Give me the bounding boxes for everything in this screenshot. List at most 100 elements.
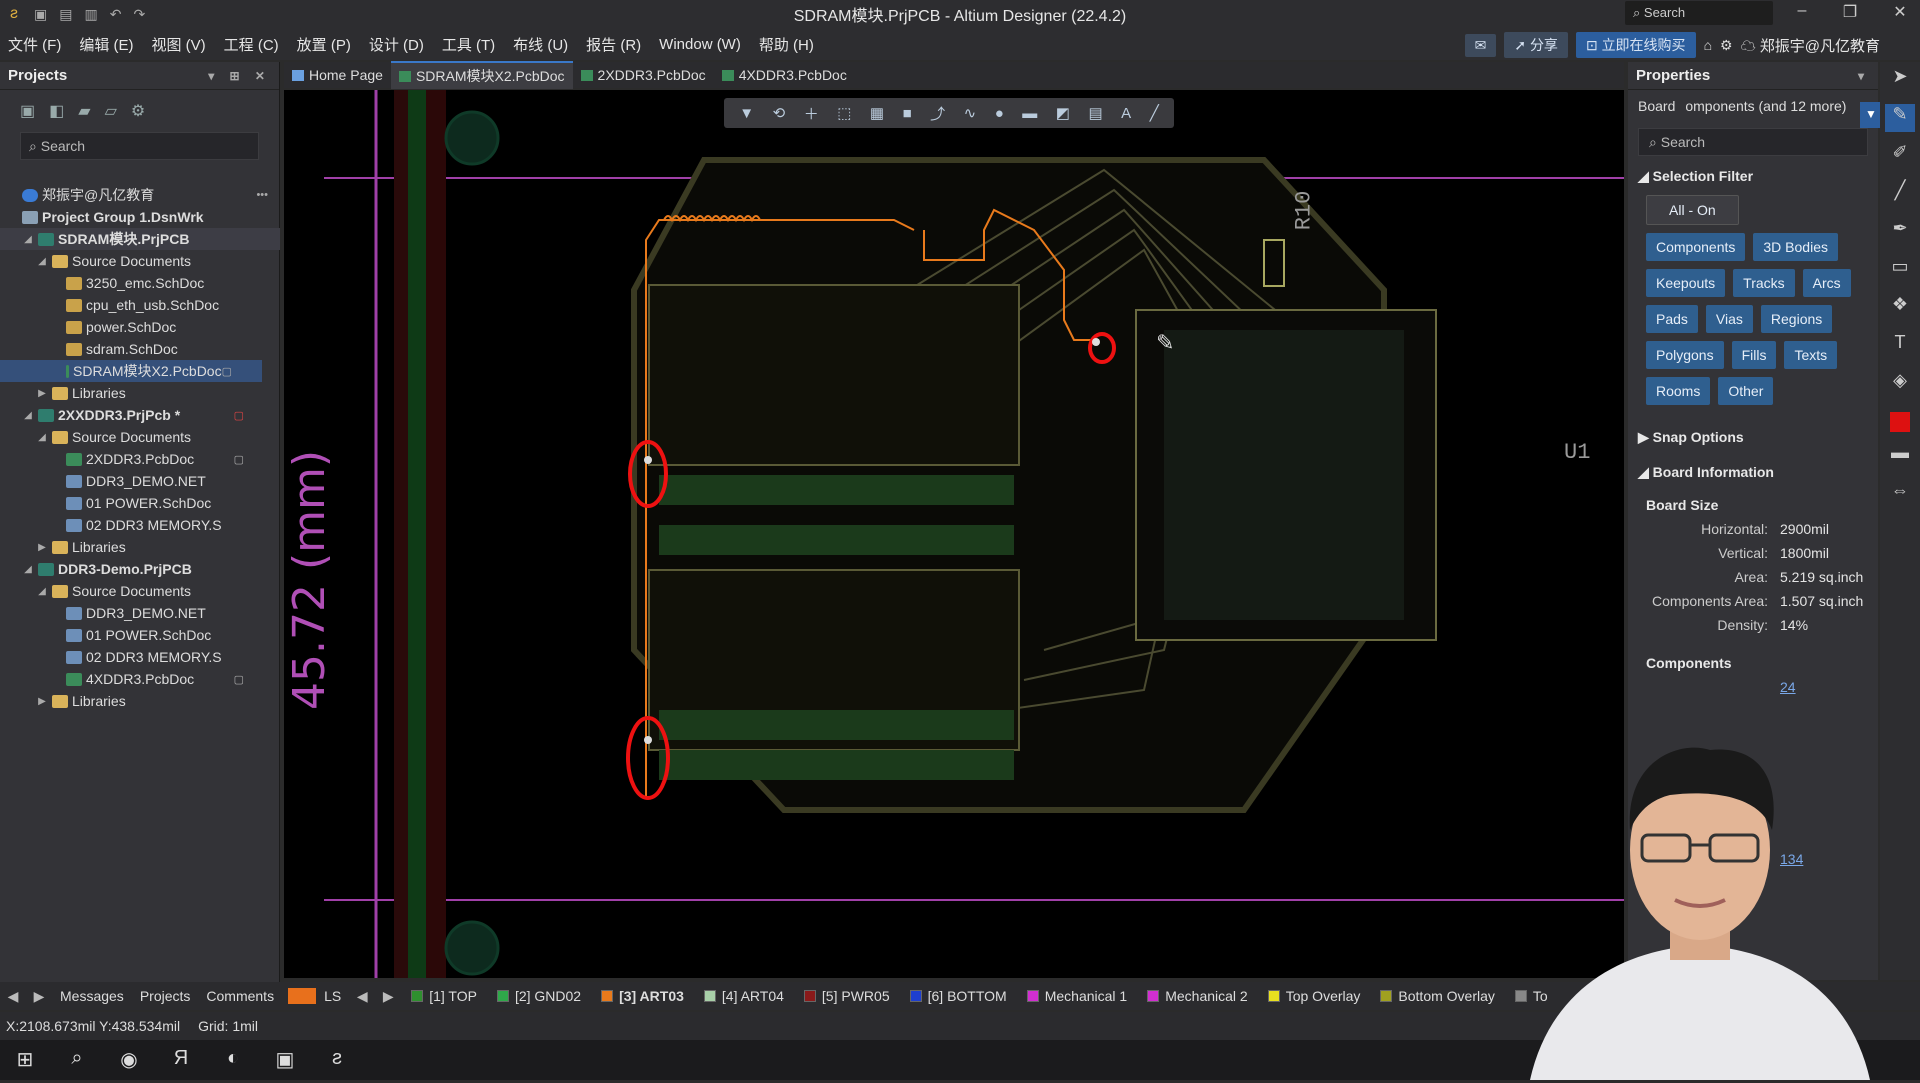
document-row[interactable]: 02 DDR3 MEMORY.S bbox=[0, 514, 280, 536]
selection-filter-header[interactable]: ◢ Selection Filter bbox=[1628, 162, 1878, 191]
collapse-icon[interactable]: ◢ bbox=[36, 586, 48, 597]
collapse-icon[interactable]: ◢ bbox=[36, 432, 48, 443]
layer-tab-bottom[interactable]: [6] BOTTOM bbox=[900, 988, 1017, 1004]
source-documents-row[interactable]: ◢ Source Documents bbox=[0, 250, 280, 272]
terminal-icon[interactable]: Я bbox=[168, 1047, 194, 1073]
menu-reports[interactable]: 报告 (R) bbox=[586, 34, 641, 55]
chat-app-icon[interactable]: ◐ bbox=[220, 1047, 246, 1073]
document-row[interactable]: 01 POWER.SchDoc bbox=[0, 624, 280, 646]
redo-icon[interactable]: ↷ bbox=[133, 6, 145, 23]
settings-icon[interactable]: ⚙ bbox=[131, 101, 145, 121]
more-icon[interactable]: ••• bbox=[256, 189, 268, 201]
document-row[interactable]: cpu_eth_usb.SchDoc bbox=[0, 294, 280, 316]
document-row[interactable]: 2XDDR3.PcbDoc ▢ bbox=[0, 448, 280, 470]
layer-tab-pwr05[interactable]: [5] PWR05 bbox=[794, 988, 900, 1004]
rectangle-icon[interactable]: ▭ bbox=[1885, 256, 1915, 284]
filter-keepouts[interactable]: Keepouts bbox=[1646, 269, 1726, 297]
menu-route[interactable]: 布线 (U) bbox=[513, 34, 568, 55]
filter-texts[interactable]: Texts bbox=[1784, 341, 1838, 369]
filter-other[interactable]: Other bbox=[1718, 377, 1774, 405]
pointer-icon[interactable]: ➤ bbox=[1885, 66, 1915, 94]
collapse-icon[interactable]: ◢ bbox=[22, 410, 34, 421]
panel-tab-comments[interactable]: Comments bbox=[198, 988, 282, 1004]
pcb-canvas[interactable]: ▼ ⟲ ＋ ⬚ ▦ ■ ⤴ ∿ ● ▬ ◩ ▤ A ╱ 45.72 (mm) R… bbox=[284, 90, 1624, 978]
next-panel-icon[interactable]: ▶ bbox=[26, 988, 52, 1005]
expand-icon[interactable]: ▶ bbox=[36, 542, 48, 553]
components-total-link[interactable]: 24 bbox=[1780, 679, 1796, 695]
region-icon[interactable]: ◩ bbox=[1056, 104, 1070, 122]
minimize-icon[interactable]: – bbox=[1782, 2, 1822, 26]
layer-tab-bottom-overlay[interactable]: Bottom Overlay bbox=[1370, 988, 1504, 1004]
tab-2xddr3-pcbdoc[interactable]: 2XDDR3.PcbDoc bbox=[573, 64, 714, 86]
layer-tab-top-overlay[interactable]: Top Overlay bbox=[1258, 988, 1371, 1004]
color-swatch[interactable] bbox=[1890, 412, 1910, 432]
next-layer-icon[interactable]: ▶ bbox=[375, 988, 401, 1005]
panel-tab-messages[interactable]: Messages bbox=[52, 988, 132, 1004]
pencil-icon[interactable]: ✎ bbox=[1885, 104, 1915, 132]
menu-place[interactable]: 放置 (P) bbox=[297, 34, 351, 55]
menu-edit[interactable]: 编辑 (E) bbox=[79, 34, 133, 55]
filter-polygons[interactable]: Polygons bbox=[1646, 341, 1724, 369]
menu-file[interactable]: 文件 (F) bbox=[8, 34, 61, 55]
text-icon[interactable]: T bbox=[1885, 332, 1915, 360]
windows-start-icon[interactable]: ⊞ bbox=[12, 1047, 38, 1073]
close-icon[interactable]: ✕ bbox=[1880, 2, 1920, 26]
filter-components[interactable]: Components bbox=[1646, 233, 1746, 261]
menu-view[interactable]: 视图 (V) bbox=[152, 34, 206, 55]
document-row[interactable]: DDR3_DEMO.NET bbox=[0, 602, 280, 624]
filter-icon[interactable]: ▼ bbox=[1860, 102, 1882, 128]
filter-pads[interactable]: Pads bbox=[1646, 305, 1698, 333]
account-row[interactable]: 郑振宇@凡亿教育 ••• bbox=[0, 184, 280, 206]
libraries-row[interactable]: ▶ Libraries bbox=[0, 690, 280, 712]
interactive-route-icon[interactable]: ⤴ bbox=[930, 103, 945, 124]
tab-home-page[interactable]: Home Page bbox=[284, 64, 391, 86]
board-selector[interactable]: Board omponents (and 12 more) bbox=[1628, 90, 1878, 122]
layer-tab-top[interactable]: [1] TOP bbox=[401, 988, 487, 1004]
document-row[interactable]: 01 POWER.SchDoc bbox=[0, 492, 280, 514]
via-icon[interactable]: ● bbox=[995, 105, 1004, 122]
altium-taskbar-icon[interactable]: ƨ bbox=[324, 1047, 350, 1073]
editor-app-icon[interactable]: ▣ bbox=[272, 1047, 298, 1073]
open-icon[interactable]: ▥ bbox=[84, 6, 97, 23]
undo-icon[interactable]: ↶ bbox=[110, 6, 122, 23]
document-row[interactable]: 4XDDR3.PcbDoc ▢ bbox=[0, 668, 280, 690]
menu-tools[interactable]: 工具 (T) bbox=[442, 34, 495, 55]
layer-tab-gnd02[interactable]: [2] GND02 bbox=[487, 988, 591, 1004]
filter-regions[interactable]: Regions bbox=[1760, 305, 1833, 333]
line-icon[interactable]: ╱ bbox=[1150, 104, 1159, 122]
prev-layer-icon[interactable]: ◀ bbox=[349, 988, 375, 1005]
diff-pair-icon[interactable]: ∿ bbox=[964, 104, 977, 122]
layer-set-button[interactable]: LS bbox=[316, 988, 349, 1004]
select-icon[interactable]: ⬚ bbox=[837, 104, 851, 122]
taskbar-search-icon[interactable]: ⌕ bbox=[64, 1047, 90, 1073]
filter-fills[interactable]: Fills bbox=[1731, 341, 1777, 369]
user-account[interactable]: ☁ 郑振宇@凡亿教育 bbox=[1741, 35, 1880, 56]
projects-search-input[interactable]: ⌕ Search bbox=[20, 132, 259, 160]
tab-4xddr3-pcbdoc[interactable]: 4XDDR3.PcbDoc bbox=[714, 64, 855, 86]
filter-rooms[interactable]: Rooms bbox=[1646, 377, 1711, 405]
project-row-sdram[interactable]: ◢ SDRAM模块.PrjPCB bbox=[0, 228, 280, 250]
project-row-ddr3-demo[interactable]: ◢ DDR3-Demo.PrjPCB bbox=[0, 558, 280, 580]
document-row-selected[interactable]: SDRAM模块X2.PcbDoc ▢ bbox=[0, 360, 262, 382]
menu-design[interactable]: 设计 (D) bbox=[369, 34, 424, 55]
libraries-row[interactable]: ▶ Libraries bbox=[0, 536, 280, 558]
menu-help[interactable]: 帮助 (H) bbox=[759, 34, 814, 55]
compile-icon[interactable]: ◧ bbox=[49, 101, 64, 121]
eraser-icon[interactable]: ◈ bbox=[1885, 370, 1915, 398]
source-documents-row[interactable]: ◢ Source Documents bbox=[0, 426, 280, 448]
panel-controls[interactable]: ▾ ⊞ ✕ bbox=[208, 69, 271, 83]
collapse-icon[interactable]: ◢ bbox=[22, 234, 34, 245]
filter-3d-bodies[interactable]: 3D Bodies bbox=[1753, 233, 1838, 261]
save-project-icon[interactable]: ▣ bbox=[20, 101, 35, 121]
expand-icon[interactable]: ▶ bbox=[36, 696, 48, 707]
panel-tab-projects[interactable]: Projects bbox=[132, 988, 199, 1004]
expand-icon[interactable]: ▶ bbox=[36, 388, 48, 399]
filter-arcs[interactable]: Arcs bbox=[1802, 269, 1851, 297]
expand-arrows-icon[interactable]: ⇔ bbox=[1885, 480, 1915, 508]
chart-icon[interactable]: ▤ bbox=[1088, 104, 1102, 122]
share-button[interactable]: ➚ 分享 bbox=[1504, 32, 1568, 58]
filter-icon[interactable]: ▼ bbox=[739, 105, 754, 122]
save-all-icon[interactable]: ▤ bbox=[59, 6, 72, 23]
collapse-icon[interactable]: ◢ bbox=[36, 256, 48, 267]
home-icon[interactable]: ⌂ bbox=[1704, 37, 1712, 53]
